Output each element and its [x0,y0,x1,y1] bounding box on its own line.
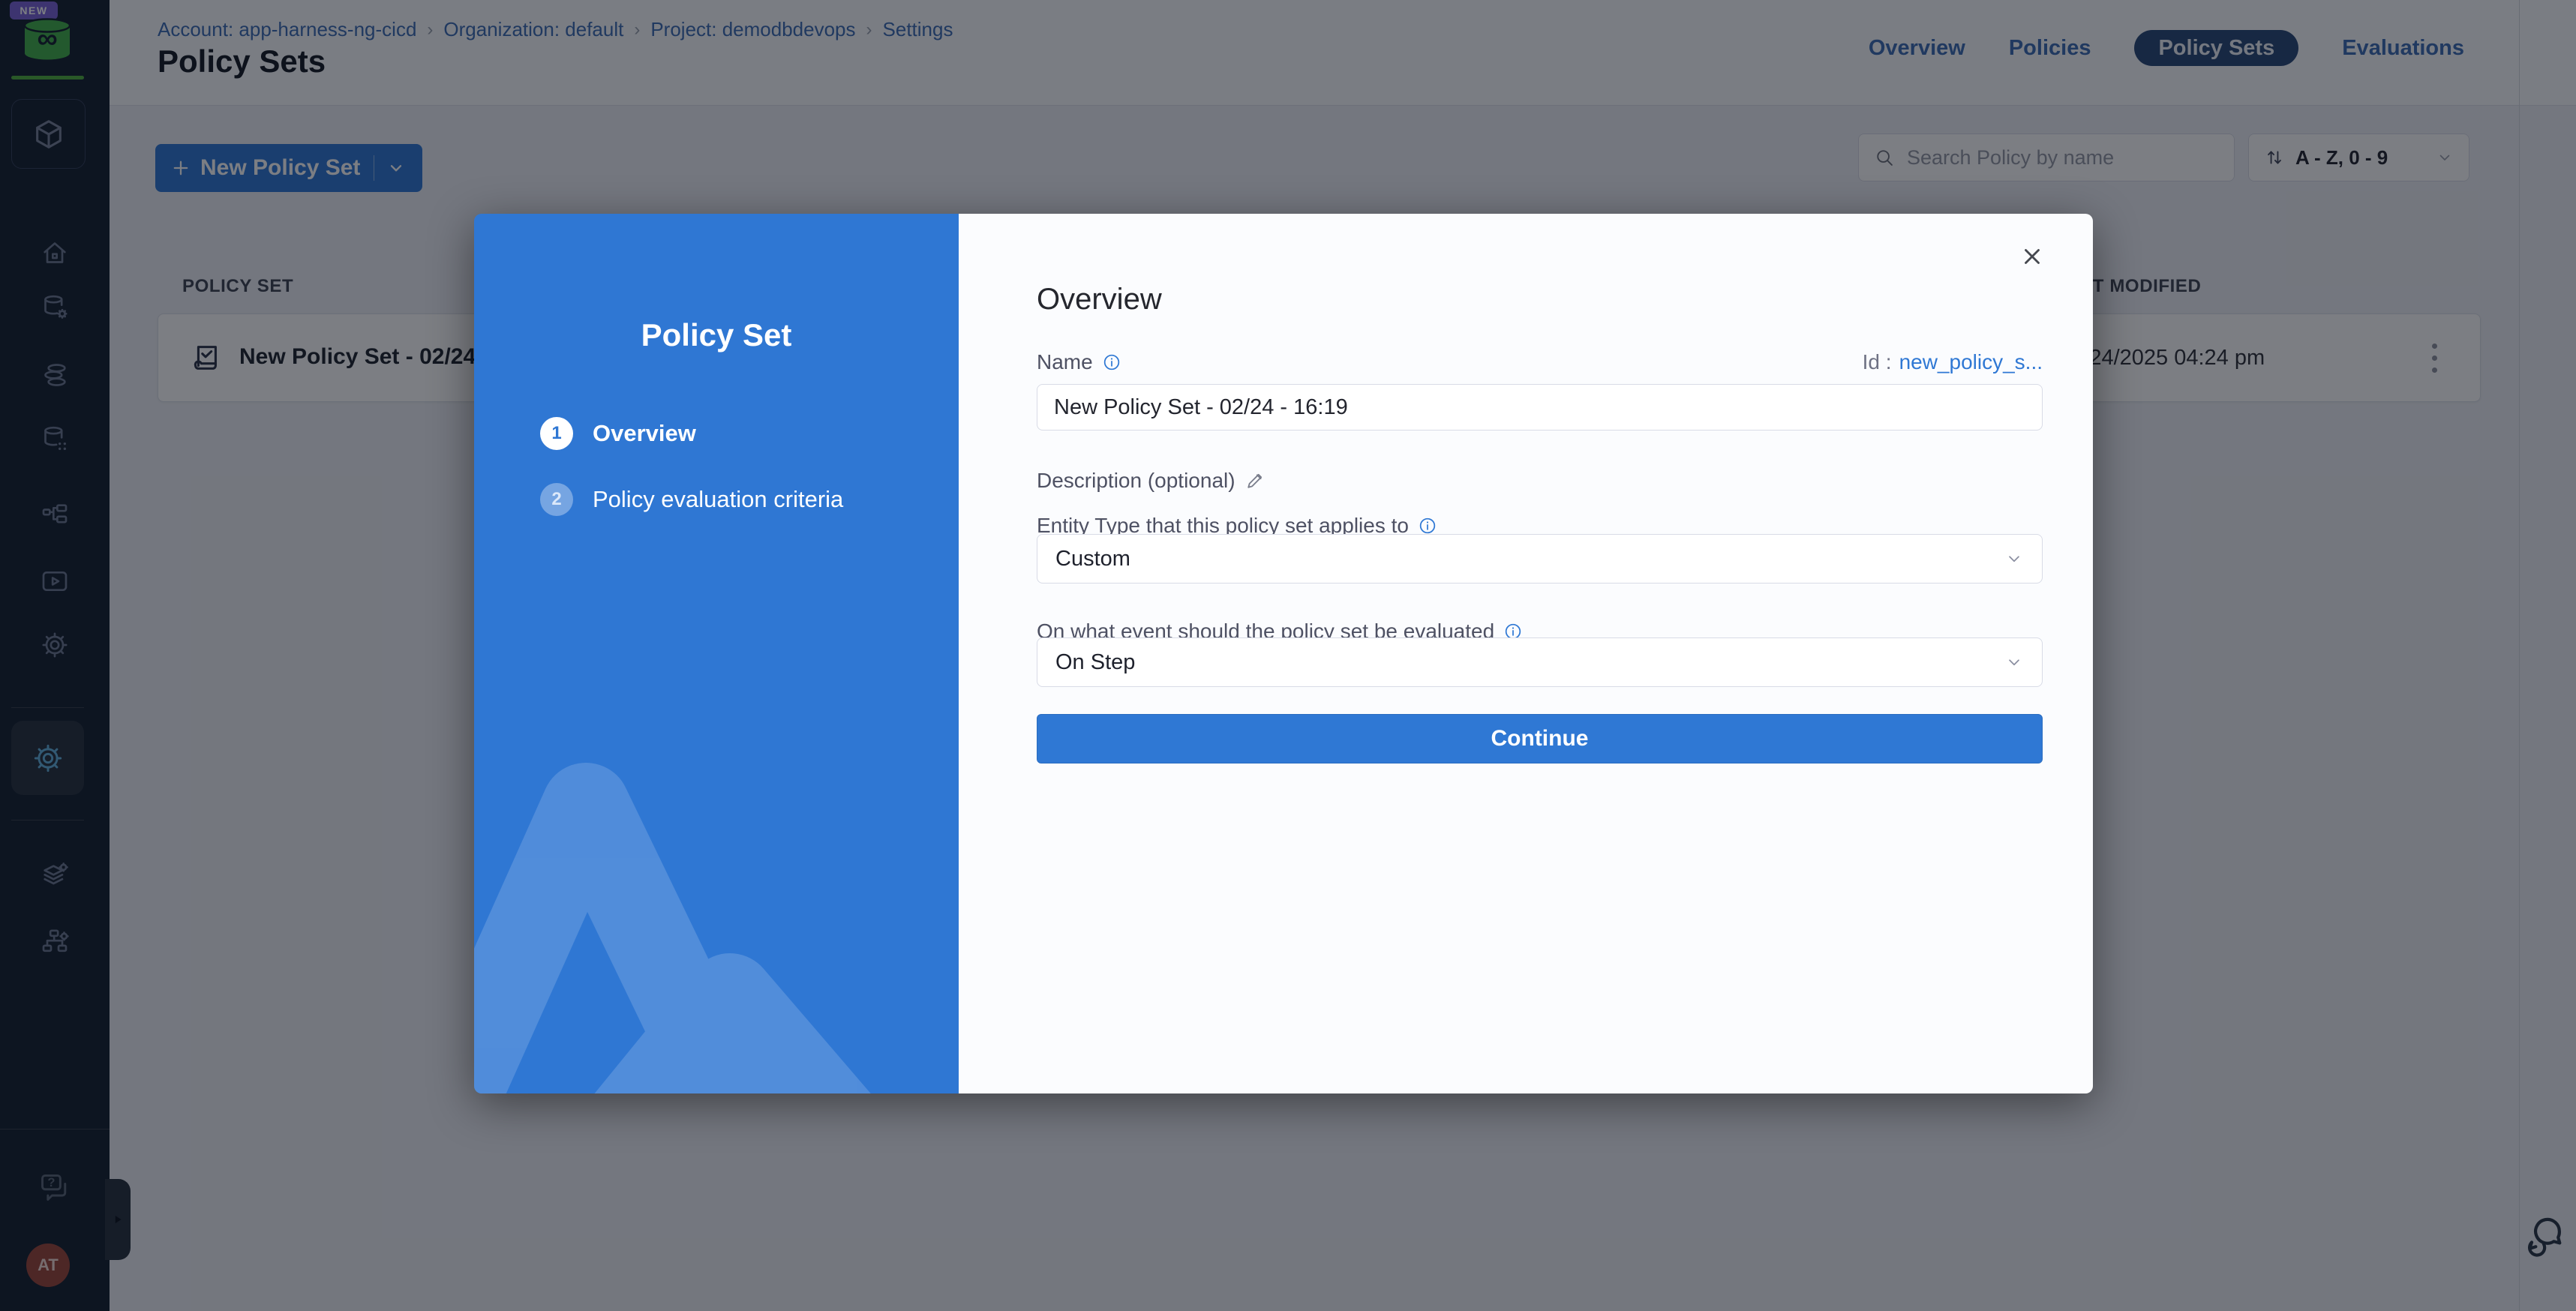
step-number-badge: 2 [540,483,573,516]
policy-set-wizard-modal: Policy Set 1 Overview 2 Policy evaluatio… [474,214,2093,1094]
info-icon[interactable] [1418,516,1437,536]
entity-id: Id : new_policy_s... [1863,350,2043,374]
wizard-step-evaluation-criteria[interactable]: 2 Policy evaluation criteria [540,483,843,516]
close-icon[interactable] [2019,244,2045,269]
id-link[interactable]: new_policy_s... [1899,350,2043,374]
continue-button[interactable]: Continue [1037,714,2043,764]
chevron-down-icon [2004,652,2024,672]
info-icon[interactable] [1102,352,1121,372]
description-label-text: Description (optional) [1037,469,1235,493]
id-prefix: Id : [1863,350,1892,374]
modal-heading: Overview [1037,283,1162,316]
wizard-steps-panel: Policy Set 1 Overview 2 Policy evaluatio… [474,214,959,1094]
pencil-edit-icon[interactable] [1244,470,1265,491]
name-input[interactable] [1037,384,2043,430]
harness-logo-watermark [474,568,959,1094]
wizard-title: Policy Set [474,317,959,353]
name-field-label: Name [1037,350,1121,374]
wizard-form-panel: Overview Name Id : new_policy_s... Descr… [959,214,2093,1094]
step-label: Overview [593,420,696,447]
chevron-down-icon [2004,549,2024,568]
entity-type-selected-value: Custom [1055,547,1130,572]
event-select[interactable]: On Step [1037,638,2043,687]
event-selected-value: On Step [1055,650,1135,675]
name-label-text: Name [1037,350,1093,374]
wizard-step-overview[interactable]: 1 Overview [540,417,696,450]
description-label: Description (optional) [1037,469,1265,493]
step-number-badge: 1 [540,417,573,450]
step-label: Policy evaluation criteria [593,486,843,513]
entity-type-select[interactable]: Custom [1037,534,2043,584]
